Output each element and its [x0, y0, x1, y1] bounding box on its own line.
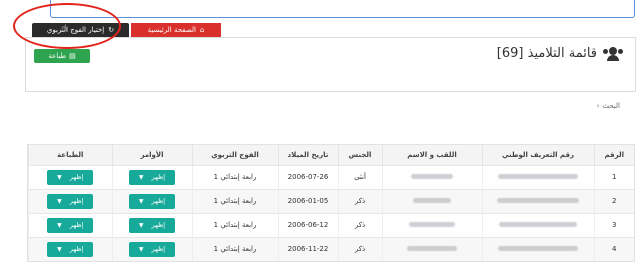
table-row: 4 ذكر 2006-11-22 رابعة إبتدائي 1 إظهر ▼ إ…	[28, 236, 634, 261]
tab-choose-group[interactable]: ↻ إختيار الفوج التربوي	[32, 23, 129, 37]
table-row: 3 ذكر 2006-06-12 رابعة إبتدائي 1 إظهر ▼ إ…	[28, 212, 634, 237]
cell-commands: إظهر ▼	[111, 188, 192, 213]
cell-commands: إظهر ▼	[111, 212, 192, 237]
cell-num: 3	[593, 212, 634, 237]
users-icon	[603, 46, 623, 61]
commands-button-label: إظهر	[151, 173, 166, 181]
cell-national-id	[481, 188, 594, 213]
top-search-input[interactable]	[50, 0, 635, 18]
caret-down-icon: ▼	[138, 197, 144, 205]
caret-down-icon: ▼	[138, 221, 144, 229]
print-button[interactable]: ▤ طباعة	[34, 49, 90, 63]
commands-button-label: إظهر	[151, 245, 166, 254]
tab-choose-label: إختيار الفوج التربوي	[46, 26, 105, 34]
print-row-button-label: إظهر	[69, 197, 84, 205]
search-label: البحث	[602, 102, 620, 110]
tab-home-label: الصفحة الرئيسية	[147, 26, 196, 34]
home-icon: ⌂	[199, 26, 205, 34]
students-panel: قائمة التلاميذ [69]	[25, 37, 636, 92]
header-group: الفوج التربوي	[191, 145, 278, 165]
cell-num: 2	[593, 188, 634, 213]
print-button-label: طباعة	[48, 52, 67, 60]
commands-dropdown-button[interactable]: إظهر ▼	[129, 193, 175, 209]
cell-national-id	[481, 164, 594, 189]
cell-name	[381, 188, 482, 213]
caret-down-icon: ▼	[138, 245, 144, 253]
caret-down-icon: ▼	[138, 173, 144, 181]
refresh-icon: ↻	[108, 26, 115, 34]
cell-group: رابعة إبتدائي 1	[191, 188, 278, 213]
cell-name	[381, 164, 482, 189]
print-row-button-label: إظهر	[69, 245, 84, 254]
cell-gender: ذكر	[337, 188, 382, 213]
cell-commands: إظهر ▼	[111, 164, 192, 189]
commands-dropdown-button[interactable]: إظهر ▼	[129, 217, 175, 233]
tab-home[interactable]: ⌂ الصفحة الرئيسية	[131, 23, 221, 37]
header-print: الطباعة	[28, 145, 112, 165]
commands-dropdown-button[interactable]: إظهر ▼	[129, 241, 175, 257]
cell-group: رابعة إبتدائي 1	[191, 212, 278, 237]
print-icon: ▤	[69, 52, 76, 60]
cell-gender: ذكر	[337, 236, 382, 261]
cell-gender: أنثى	[337, 164, 382, 189]
cell-group: رابعة إبتدائي 1	[191, 236, 278, 261]
print-dropdown-button[interactable]: إظهر ▼	[47, 241, 94, 257]
cell-commands: إظهر ▼	[111, 236, 192, 261]
cell-name	[381, 236, 482, 261]
cell-print: إظهر ▼	[28, 212, 112, 237]
cell-group: رابعة إبتدائي 1	[191, 164, 278, 189]
students-table: الرقم رقم التعريف الوطني اللقب و الاسم ا…	[27, 144, 635, 262]
cell-dob: 2006-06-12	[277, 212, 338, 237]
header-gender: الجنس	[337, 145, 382, 165]
caret-down-icon: ▼	[57, 221, 62, 229]
cell-print: إظهر ▼	[28, 236, 112, 261]
header-commands: الأوامر	[111, 145, 192, 165]
table-row: 2 ذكر 2006-01-05 رابعة إبتدائي 1 إظهر ▼ إ…	[28, 188, 634, 213]
cell-num: 4	[593, 236, 634, 261]
cell-dob: 2006-01-05	[277, 188, 338, 213]
cell-gender: ذكر	[337, 212, 382, 237]
print-dropdown-button[interactable]: إظهر ▼	[47, 193, 94, 209]
header-num: الرقم	[593, 145, 634, 165]
commands-button-label: إظهر	[151, 221, 166, 229]
print-dropdown-button[interactable]: إظهر ▼	[47, 169, 94, 185]
table-row: 1 أنثى 2006-07-26 رابعة إبتدائي 1 إظهر ▼ …	[28, 164, 634, 189]
cell-national-id	[481, 236, 594, 261]
search-toggle[interactable]: البحث ‹	[597, 102, 620, 110]
cell-print: إظهر ▼	[28, 164, 112, 189]
header-national-id: رقم التعريف الوطني	[481, 145, 594, 165]
cell-name	[381, 212, 482, 237]
print-row-button-label: إظهر	[69, 173, 84, 181]
caret-down-icon: ▼	[57, 245, 62, 253]
cell-dob: 2006-11-22	[277, 236, 338, 261]
caret-down-icon: ▼	[57, 173, 62, 181]
print-dropdown-button[interactable]: إظهر ▼	[47, 217, 94, 233]
cell-print: إظهر ▼	[28, 188, 112, 213]
cell-dob: 2006-07-26	[277, 164, 338, 189]
chevron-left-icon: ‹	[596, 102, 600, 110]
cell-national-id	[481, 212, 594, 237]
caret-down-icon: ▼	[57, 197, 62, 205]
header-name: اللقب و الاسم	[381, 145, 482, 165]
print-row-button-label: إظهر	[69, 221, 84, 229]
hand-cursor-icon: ☝	[61, 23, 68, 34]
page-title: قائمة التلاميذ [69]	[496, 46, 597, 61]
cell-num: 1	[593, 164, 634, 189]
commands-button-label: إظهر	[151, 197, 166, 205]
header-dob: تاريخ الميلاد	[277, 145, 338, 165]
commands-dropdown-button[interactable]: إظهر ▼	[129, 169, 175, 185]
